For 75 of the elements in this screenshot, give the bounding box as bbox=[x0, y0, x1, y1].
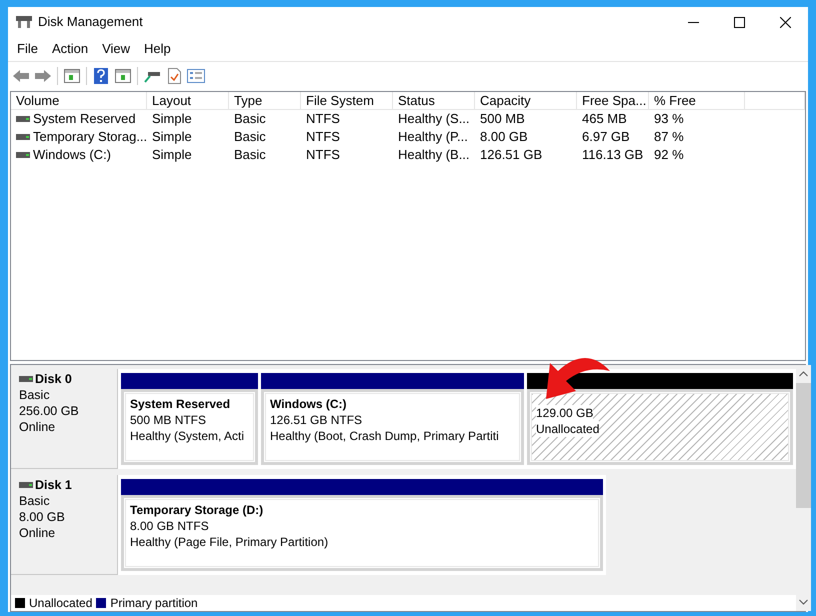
table-cell: 126.51 GB bbox=[480, 146, 542, 164]
partition-name: Windows (C:) bbox=[270, 396, 348, 412]
drive-icon bbox=[16, 116, 30, 122]
disk-info-panel[interactable]: Disk 0 Basic 256.00 GB Online bbox=[11, 369, 118, 469]
table-cell: Simple bbox=[152, 128, 192, 146]
disk-type: Basic bbox=[19, 493, 51, 509]
menu-item[interactable]: View bbox=[95, 39, 138, 59]
table-cell: 465 MB bbox=[582, 110, 627, 128]
column-header[interactable]: % Free bbox=[649, 92, 745, 109]
drive-icon bbox=[19, 376, 33, 382]
column-header[interactable]: Layout bbox=[147, 92, 229, 109]
table-cell: Healthy (P... bbox=[398, 128, 468, 146]
column-header[interactable]: Capacity bbox=[475, 92, 577, 109]
partition-status: Healthy (Boot, Crash Dump, Primary Partiti bbox=[270, 428, 499, 444]
table-cell: NTFS bbox=[306, 110, 340, 128]
table-cell: Windows (C:) bbox=[33, 146, 112, 164]
partition-box[interactable]: Temporary Storage (D:) 8.00 GB NTFS Healthy (Page File, Primary Partition) bbox=[121, 495, 603, 571]
disk-management-icon bbox=[16, 15, 32, 29]
table-cell: Temporary Storag... bbox=[33, 128, 148, 146]
legend-label: Primary partition bbox=[110, 595, 198, 612]
partition-name: Temporary Storage (D:) bbox=[130, 502, 264, 518]
vertical-scrollbar[interactable] bbox=[796, 365, 811, 611]
close-icon bbox=[780, 16, 790, 28]
column-header[interactable]: Volume bbox=[11, 92, 147, 109]
table-cell: 93 % bbox=[654, 110, 684, 128]
disk-name: Disk 1 bbox=[35, 477, 72, 493]
menu-item[interactable]: Help bbox=[137, 39, 178, 59]
disk-status: Online bbox=[19, 525, 56, 541]
partition-size: 129.00 GB bbox=[536, 405, 594, 421]
column-header[interactable]: File System bbox=[301, 92, 393, 109]
table-cell: 92 % bbox=[654, 146, 684, 164]
window-title: Disk Management bbox=[38, 13, 143, 32]
table-cell: 6.97 GB bbox=[582, 128, 630, 146]
menu-item[interactable]: File bbox=[10, 39, 45, 59]
disk-status: Online bbox=[19, 419, 56, 435]
volume-row[interactable]: System Reserved Simple Basic NTFS Healthy (S... 500 MB 465 MB 93 % bbox=[11, 110, 805, 128]
table-cell: Basic bbox=[234, 128, 266, 146]
column-header[interactable]: Type bbox=[229, 92, 301, 109]
disk-size: 256.00 GB bbox=[19, 403, 80, 419]
partition-name: System Reserved bbox=[130, 396, 232, 412]
table-cell: Healthy (B... bbox=[398, 146, 470, 164]
table-cell: Simple bbox=[152, 110, 192, 128]
table-cell: Basic bbox=[234, 110, 266, 128]
drive-icon bbox=[19, 482, 33, 488]
table-cell: System Reserved bbox=[33, 110, 136, 128]
table-cell: NTFS bbox=[306, 146, 340, 164]
partition-status: Healthy (System, Acti bbox=[130, 428, 244, 444]
table-cell: 116.13 GB bbox=[582, 146, 644, 164]
volume-row[interactable]: Windows (C:) Simple Basic NTFS Healthy (B... 126.51 GB 116.13 GB 92 % bbox=[11, 146, 805, 164]
table-cell: Basic bbox=[234, 146, 266, 164]
table-cell: Simple bbox=[152, 146, 192, 164]
partition-status: Unallocated bbox=[536, 421, 600, 437]
drive-icon bbox=[16, 152, 30, 158]
partition-box[interactable]: Windows (C:) 126.51 GB NTFS Healthy (Boot, Crash Dump, Primary Partiti bbox=[261, 389, 524, 465]
drive-icon bbox=[16, 134, 30, 140]
maximize-icon bbox=[734, 16, 744, 28]
table-cell: NTFS bbox=[306, 128, 340, 146]
legend-label: Unallocated bbox=[29, 595, 92, 612]
table-cell: 8.00 GB bbox=[480, 128, 528, 146]
scroll-up-icon[interactable] bbox=[799, 371, 808, 377]
volume-row[interactable]: Temporary Storag... Simple Basic NTFS Healthy (P... 8.00 GB 6.97 GB 87 % bbox=[11, 128, 805, 146]
disk-type: Basic bbox=[19, 387, 51, 403]
scroll-down-icon[interactable] bbox=[799, 599, 808, 605]
unallocated-space[interactable]: 129.00 GB Unallocated bbox=[527, 389, 793, 465]
menu-item[interactable]: Action bbox=[44, 39, 96, 59]
column-header[interactable]: Free Spa... bbox=[577, 92, 649, 109]
disk-info-panel[interactable]: Disk 1 Basic 8.00 GB Online bbox=[11, 475, 118, 575]
table-cell: 500 MB bbox=[480, 110, 525, 128]
table-cell: 87 % bbox=[654, 128, 684, 146]
partition-box[interactable]: System Reserved 500 MB NTFS Healthy (System, Acti bbox=[121, 389, 258, 465]
table-cell: Healthy (S... bbox=[398, 110, 470, 128]
disk-name: Disk 0 bbox=[35, 371, 72, 387]
column-header[interactable]: Status bbox=[393, 92, 475, 109]
partition-status: Healthy (Page File, Primary Partition) bbox=[130, 534, 328, 550]
disk-size: 8.00 GB bbox=[19, 509, 66, 525]
